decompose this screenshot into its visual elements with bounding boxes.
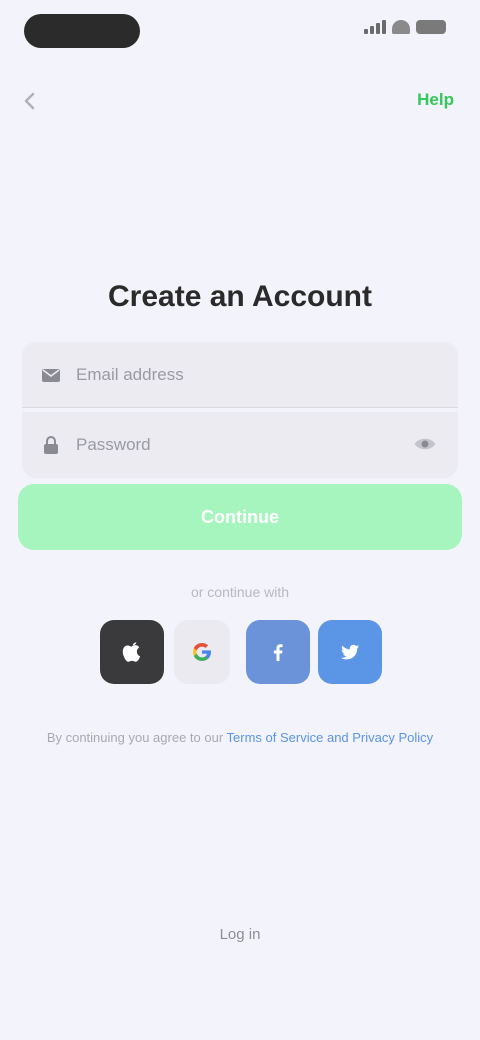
social-login-row xyxy=(0,620,480,690)
help-button[interactable]: Help xyxy=(417,90,454,110)
apple-icon xyxy=(122,642,141,662)
google-icon xyxy=(193,643,211,661)
facebook-icon xyxy=(273,644,283,661)
chevron-left-icon xyxy=(24,92,35,109)
time-pill xyxy=(24,14,140,48)
eye-icon xyxy=(414,438,436,449)
lock-icon xyxy=(44,436,58,454)
login-link[interactable]: Log in xyxy=(0,926,480,943)
back-button[interactable] xyxy=(16,88,44,116)
email-field-container xyxy=(22,342,458,408)
apple-login-button[interactable] xyxy=(100,620,164,684)
facebook-login-button[interactable] xyxy=(246,620,310,684)
battery-icon xyxy=(416,20,446,34)
nav-bar: Help xyxy=(0,82,480,122)
google-login-button[interactable] xyxy=(174,620,230,684)
mail-icon xyxy=(42,368,60,382)
terms-prefix: By continuing you agree to our xyxy=(46,730,224,745)
email-input[interactable] xyxy=(76,364,440,385)
terms-link[interactable]: Terms of Service and Privacy Policy xyxy=(227,730,434,745)
wifi-icon xyxy=(392,20,410,34)
show-password-button[interactable] xyxy=(410,430,440,460)
terms-text: By continuing you agree to our Terms of … xyxy=(20,728,460,748)
page-title: Create an Account xyxy=(108,280,372,313)
password-input[interactable] xyxy=(76,435,410,455)
continue-button[interactable]: Continue xyxy=(18,484,462,550)
twitter-login-button[interactable] xyxy=(318,620,382,684)
signal-icon xyxy=(364,20,386,34)
status-icons xyxy=(364,20,446,34)
status-bar xyxy=(0,0,480,64)
divider-text: or continue with xyxy=(190,584,290,600)
password-field-container xyxy=(22,412,458,478)
twitter-icon xyxy=(341,644,359,660)
